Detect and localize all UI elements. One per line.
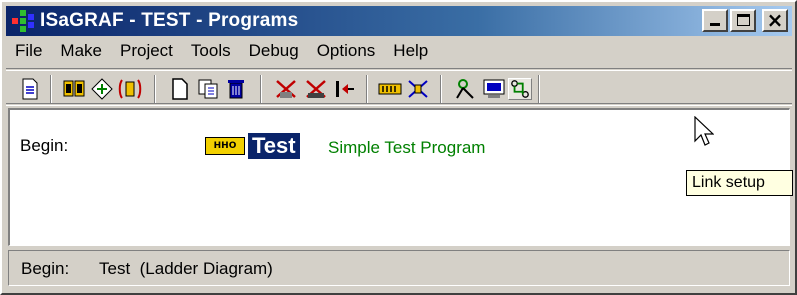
ladder-program-icon: HHO: [205, 137, 245, 155]
link-monitor-icon[interactable]: [454, 78, 478, 100]
maximize-button[interactable]: [730, 9, 756, 32]
display-icon[interactable]: [482, 78, 506, 100]
menu-file[interactable]: File: [6, 38, 51, 64]
menu-project[interactable]: Project: [111, 38, 182, 64]
copy-icon[interactable]: [196, 78, 220, 100]
programs-list[interactable]: Begin: HHO Test Simple Test Program: [8, 108, 790, 246]
menu-make[interactable]: Make: [51, 38, 111, 64]
application-window: ISaGRAF - TEST - Programs × File Make Pr…: [0, 0, 797, 295]
compile-icon[interactable]: [90, 78, 114, 100]
edit-document-icon[interactable]: [18, 78, 42, 100]
program-name-selected[interactable]: Test: [248, 133, 300, 159]
maximize-icon: [737, 14, 750, 26]
delete-icon[interactable]: [224, 78, 248, 100]
toolbar: [6, 68, 792, 106]
window-title: ISaGRAF - TEST - Programs: [40, 10, 299, 31]
simulate-icon[interactable]: [406, 78, 430, 100]
status-bar: Begin: Test (Ladder Diagram): [8, 250, 790, 286]
menu-tools[interactable]: Tools: [182, 38, 240, 64]
tooltip: Link setup: [686, 170, 793, 196]
toolbar-separator: [50, 75, 52, 103]
toolbar-separator: [154, 75, 156, 103]
menu-bar: File Make Project Tools Debug Options He…: [6, 38, 437, 64]
new-file-icon[interactable]: [168, 78, 192, 100]
step-icon[interactable]: [332, 78, 356, 100]
close-icon: ×: [766, 8, 784, 32]
menu-debug[interactable]: Debug: [240, 38, 308, 64]
isagraf-app-icon: [12, 10, 34, 32]
title-bar[interactable]: ISaGRAF - TEST - Programs ×: [6, 6, 792, 36]
library-icon[interactable]: [62, 78, 86, 100]
minimize-button[interactable]: [702, 9, 728, 32]
status-program-info: Test (Ladder Diagram): [99, 259, 273, 278]
toolbar-separator: [260, 75, 262, 103]
debug-breakpoint-icon[interactable]: [274, 78, 298, 100]
verify-icon[interactable]: [118, 78, 142, 100]
toolbar-separator: [366, 75, 368, 103]
menu-help[interactable]: Help: [384, 38, 437, 64]
program-description: Simple Test Program: [328, 138, 486, 157]
menu-options[interactable]: Options: [308, 38, 385, 64]
minimize-icon: [710, 23, 720, 26]
mouse-cursor-icon: [694, 116, 714, 146]
close-button[interactable]: ×: [762, 9, 788, 32]
status-section: Begin:: [21, 259, 70, 278]
toolbar-separator: [538, 75, 540, 103]
stop-icon[interactable]: [304, 78, 328, 100]
link-setup-icon[interactable]: [508, 78, 532, 100]
section-label-begin: Begin:: [20, 136, 69, 155]
toolbar-separator: [440, 75, 442, 103]
io-connection-icon[interactable]: [378, 78, 402, 100]
